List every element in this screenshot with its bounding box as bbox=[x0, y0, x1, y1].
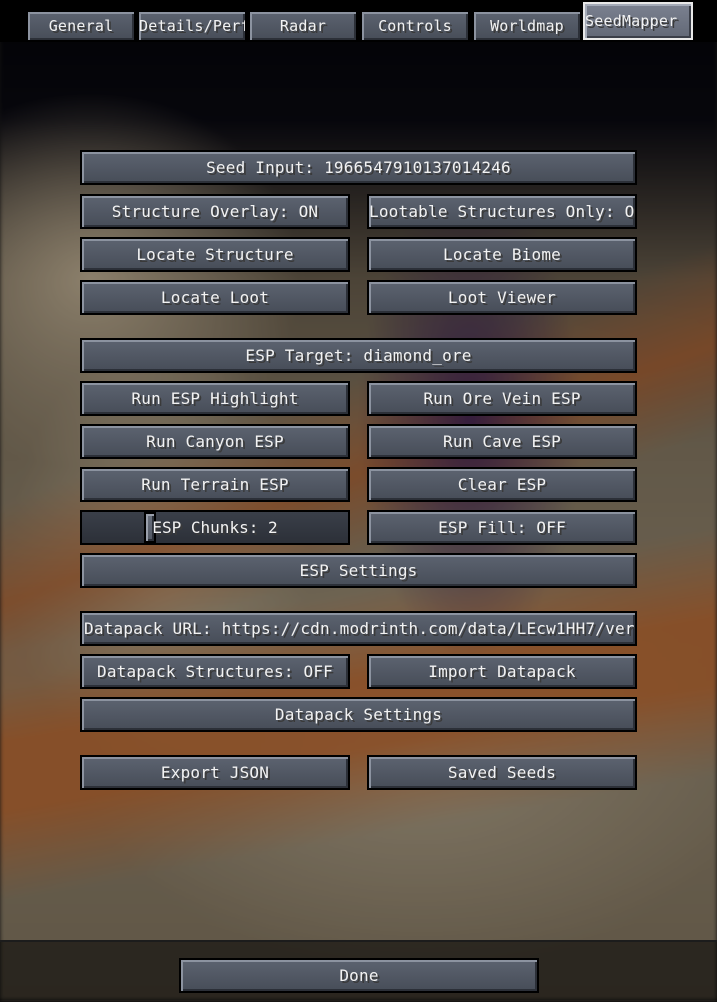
esp-chunks-label: ESP Chunks: 2 bbox=[152, 518, 278, 537]
export-json-button[interactable]: Export JSON bbox=[80, 755, 350, 790]
esp-chunks-slider[interactable]: ESP Chunks: 2 bbox=[80, 510, 350, 545]
tab-seedmapper[interactable]: SeedMapper bbox=[583, 2, 693, 40]
esp-settings-button[interactable]: ESP Settings bbox=[80, 553, 637, 588]
run-ore-vein-esp-button[interactable]: Run Ore Vein ESP bbox=[367, 381, 637, 416]
run-terrain-esp-button[interactable]: Run Terrain ESP bbox=[80, 467, 350, 502]
locate-structure-button[interactable]: Locate Structure bbox=[80, 237, 350, 272]
run-canyon-esp-button[interactable]: Run Canyon ESP bbox=[80, 424, 350, 459]
run-cave-esp-button[interactable]: Run Cave ESP bbox=[367, 424, 637, 459]
import-datapack-button[interactable]: Import Datapack bbox=[367, 654, 637, 689]
tab-general[interactable]: General bbox=[26, 10, 136, 42]
datapack-settings-button[interactable]: Datapack Settings bbox=[80, 697, 637, 732]
datapack-structures-toggle[interactable]: Datapack Structures: OFF bbox=[80, 654, 350, 689]
tab-controls[interactable]: Controls bbox=[360, 10, 470, 42]
tab-radar[interactable]: Radar bbox=[248, 10, 358, 42]
datapack-url-button[interactable]: Datapack URL: https://cdn.modrinth.com/d… bbox=[80, 611, 637, 646]
seed-input-button[interactable]: Seed Input: 1966547910137014246 bbox=[80, 150, 637, 185]
saved-seeds-button[interactable]: Saved Seeds bbox=[367, 755, 637, 790]
structure-overlay-toggle[interactable]: Structure Overlay: ON bbox=[80, 194, 350, 229]
esp-target-button[interactable]: ESP Target: diamond_ore bbox=[80, 338, 637, 373]
run-esp-highlight-button[interactable]: Run ESP Highlight bbox=[80, 381, 350, 416]
locate-loot-button[interactable]: Locate Loot bbox=[80, 280, 350, 315]
lootable-structures-only-toggle[interactable]: Lootable Structures Only: OFF bbox=[367, 194, 637, 229]
tab-worldmap[interactable]: Worldmap bbox=[472, 10, 582, 42]
done-button[interactable]: Done bbox=[179, 958, 539, 993]
locate-biome-button[interactable]: Locate Biome bbox=[367, 237, 637, 272]
tab-details-perf[interactable]: Details/Perf bbox=[137, 10, 247, 42]
loot-viewer-button[interactable]: Loot Viewer bbox=[367, 280, 637, 315]
esp-fill-toggle[interactable]: ESP Fill: OFF bbox=[367, 510, 637, 545]
clear-esp-button[interactable]: Clear ESP bbox=[367, 467, 637, 502]
